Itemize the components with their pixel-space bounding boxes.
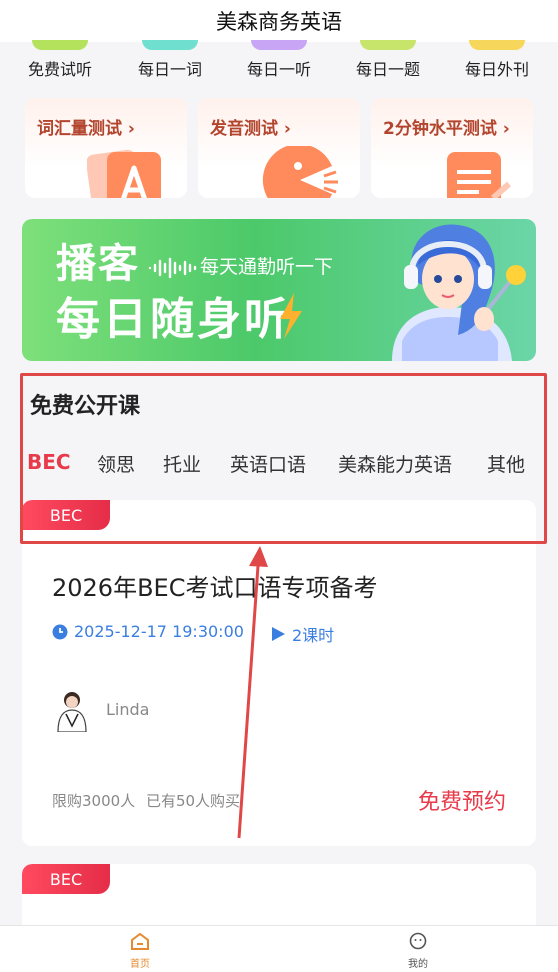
- test-card-title: 发音测试 ›: [210, 119, 291, 139]
- tab-home[interactable]: 首页: [110, 932, 170, 970]
- teacher-name: Linda: [106, 700, 150, 719]
- daily-question-icon: [360, 40, 416, 50]
- quick-entry-label: 免费试听: [27, 60, 92, 79]
- quick-entry-daily-word[interactable]: 每日一词: [120, 40, 220, 80]
- lessons-text: 2课时: [292, 626, 335, 645]
- banner-tagline: 每天通勤听一下: [200, 256, 334, 278]
- quick-entry-label: 每日一题: [355, 60, 420, 79]
- quick-entry-daily-journal[interactable]: 每日外刊: [447, 40, 547, 80]
- limit-text: 限购3000人: [52, 792, 136, 810]
- play-icon: [272, 627, 285, 641]
- tab-home-label: 首页: [130, 959, 150, 970]
- tab-mine-label: 我的: [408, 959, 428, 970]
- daily-word-icon: [142, 40, 198, 50]
- banner-line1: 播客: [56, 241, 140, 287]
- clock-icon: [52, 624, 68, 639]
- pacman-mouth-icon: [262, 146, 338, 198]
- test-card-title: 2分钟水平测试 ›: [383, 119, 510, 139]
- teacher-avatar: [52, 686, 92, 733]
- quick-entry-row: 免费试听 每日一词 每日一听 每日一题 每日外刊: [0, 40, 558, 90]
- quick-entry-label: 每日外刊: [464, 60, 529, 79]
- category-badge: BEC: [22, 864, 110, 894]
- purchase-info: 限购3000人 已有50人购买: [52, 790, 240, 811]
- lightning-icon: [280, 293, 302, 339]
- course-card[interactable]: BEC 2026年BEC考试口语专项备考 2025-12-17 19:30:00…: [22, 500, 536, 846]
- sound-wave-icon: [148, 257, 197, 279]
- smiley-icon: [409, 932, 427, 950]
- quick-entry-daily-question[interactable]: 每日一题: [338, 40, 438, 80]
- datetime-text: 2025-12-17 19:30:00: [74, 622, 244, 641]
- quick-entry-free-trial[interactable]: 免费试听: [10, 40, 110, 80]
- daily-journal-icon: [469, 40, 525, 50]
- course-title: 2026年BEC考试口语专项备考: [52, 574, 378, 602]
- course-datetime: 2025-12-17 19:30:00: [52, 622, 244, 641]
- girl-with-headphones-illustration: [392, 224, 526, 361]
- free-trial-icon: [32, 40, 88, 50]
- home-icon: [131, 932, 149, 950]
- annotation-highlight-box: [20, 373, 547, 544]
- tab-mine[interactable]: 我的: [388, 932, 448, 970]
- pronunciation-test-card[interactable]: 发音测试 ›: [198, 98, 360, 198]
- vocabulary-test-card[interactable]: 词汇量测试 ›: [25, 98, 187, 198]
- banner-line2: 每日随身听: [56, 294, 291, 345]
- purchased-text: 已有50人购买: [145, 792, 241, 810]
- test-card-title: 词汇量测试 ›: [37, 119, 135, 139]
- bottom-tab-bar: 首页 我的: [0, 925, 558, 972]
- free-reserve-button[interactable]: 免费预约: [418, 784, 506, 816]
- app-title: 美森商务英语: [216, 10, 342, 34]
- quick-entry-label: 每日一听: [246, 60, 311, 79]
- podcast-banner[interactable]: 播客 每天通勤听一下 每日随身听: [22, 219, 536, 361]
- quick-entry-label: 每日一词: [137, 60, 202, 79]
- app-header: 美森商务英语: [0, 0, 558, 42]
- quick-entry-daily-listen[interactable]: 每日一听: [229, 40, 329, 80]
- level-test-card[interactable]: 2分钟水平测试 ›: [371, 98, 533, 198]
- letter-a-card-icon: [87, 149, 161, 198]
- document-pen-icon: [447, 152, 511, 198]
- course-lessons: 2课时: [270, 622, 334, 646]
- daily-listen-icon: [251, 40, 307, 50]
